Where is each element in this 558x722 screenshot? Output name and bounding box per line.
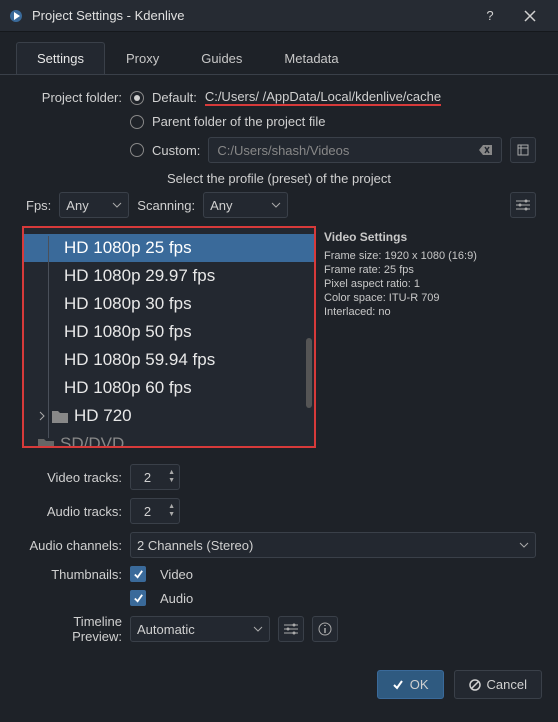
help-button[interactable]: ? <box>470 2 510 30</box>
fps-combo[interactable]: Any <box>59 192 129 218</box>
profile-item[interactable]: HD 1080p 50 fps <box>24 318 314 346</box>
thumb-audio-check[interactable] <box>130 590 146 606</box>
frame-size: Frame size: 1920 x 1080 (16:9) <box>324 250 534 262</box>
audio-channels-combo[interactable]: 2 Channels (Stereo) <box>130 532 536 558</box>
video-tracks-spinner[interactable]: 2▲▼ <box>130 464 180 490</box>
profile-item[interactable]: HD 1080p 25 fps <box>24 234 314 262</box>
tab-proxy[interactable]: Proxy <box>105 42 180 74</box>
profile-list[interactable]: HD 1080p 25 fps HD 1080p 29.97 fps HD 10… <box>22 226 316 448</box>
profile-item[interactable]: HD 1080p 59.94 fps <box>24 346 314 374</box>
ok-button[interactable]: OK <box>377 670 444 699</box>
custom-label: Custom: <box>152 143 200 158</box>
color-space: Color space: ITU-R 709 <box>324 292 534 304</box>
timeline-preview-label: Timeline Preview: <box>22 614 122 644</box>
tab-metadata[interactable]: Metadata <box>263 42 359 74</box>
folder-icon <box>38 437 54 448</box>
preview-info-button[interactable] <box>312 616 338 642</box>
default-label: Default: <box>152 90 197 105</box>
title-bar: Project Settings - Kdenlive ? <box>0 0 558 32</box>
profile-folder[interactable]: HD 720 <box>24 402 314 430</box>
app-icon <box>8 8 24 24</box>
default-path: C:/Users/ /AppData/Local/kdenlive/cache <box>205 89 441 106</box>
project-folder-label: Project folder: <box>22 90 122 105</box>
custom-path-input[interactable]: C:/Users/shash/Videos <box>208 137 502 163</box>
tab-bar: Settings Proxy Guides Metadata <box>0 42 558 75</box>
radio-custom[interactable] <box>130 143 144 157</box>
audio-tracks-label: Audio tracks: <box>22 504 122 519</box>
scanning-label: Scanning: <box>137 198 195 213</box>
scrollbar-thumb[interactable] <box>306 338 312 408</box>
close-button[interactable] <box>510 2 550 30</box>
profile-header: Select the profile (preset) of the proje… <box>22 171 536 186</box>
check-icon <box>392 679 404 691</box>
profile-item[interactable]: HD 1080p 60 fps <box>24 374 314 402</box>
window-title: Project Settings - Kdenlive <box>32 8 470 23</box>
thumb-video-label: Video <box>160 567 193 582</box>
profile-settings-button[interactable] <box>510 192 536 218</box>
thumb-video-check[interactable] <box>130 566 146 582</box>
cancel-icon <box>469 679 481 691</box>
chevron-right-icon <box>38 411 46 421</box>
tab-guides[interactable]: Guides <box>180 42 263 74</box>
clear-icon[interactable] <box>479 144 493 156</box>
profile-folder[interactable]: SD/DVD <box>24 430 314 448</box>
frame-rate: Frame rate: 25 fps <box>324 264 534 276</box>
pixel-aspect-ratio: Pixel aspect ratio: 1 <box>324 278 534 290</box>
tab-settings[interactable]: Settings <box>16 42 105 74</box>
radio-parent[interactable] <box>130 115 144 129</box>
radio-default[interactable] <box>130 91 144 105</box>
audio-tracks-spinner[interactable]: 2▲▼ <box>130 498 180 524</box>
interlaced: Interlaced: no <box>324 306 534 318</box>
video-settings-title: Video Settings <box>324 230 534 244</box>
profile-item[interactable]: HD 1080p 29.97 fps <box>24 262 314 290</box>
folder-icon <box>52 409 68 423</box>
preview-settings-button[interactable] <box>278 616 304 642</box>
video-tracks-label: Video tracks: <box>22 470 122 485</box>
video-settings-pane: Video Settings Frame size: 1920 x 1080 (… <box>322 226 536 448</box>
fps-label: Fps: <box>26 198 51 213</box>
thumbnails-label: Thumbnails: <box>22 567 122 582</box>
browse-folder-button[interactable] <box>510 137 536 163</box>
dialog-footer: OK Cancel <box>0 660 558 709</box>
audio-channels-label: Audio channels: <box>22 538 122 553</box>
timeline-preview-combo[interactable]: Automatic <box>130 616 270 642</box>
parent-label: Parent folder of the project file <box>152 114 325 129</box>
cancel-button[interactable]: Cancel <box>454 670 542 699</box>
scanning-combo[interactable]: Any <box>203 192 288 218</box>
profile-item[interactable]: HD 1080p 30 fps <box>24 290 314 318</box>
thumb-audio-label: Audio <box>160 591 193 606</box>
